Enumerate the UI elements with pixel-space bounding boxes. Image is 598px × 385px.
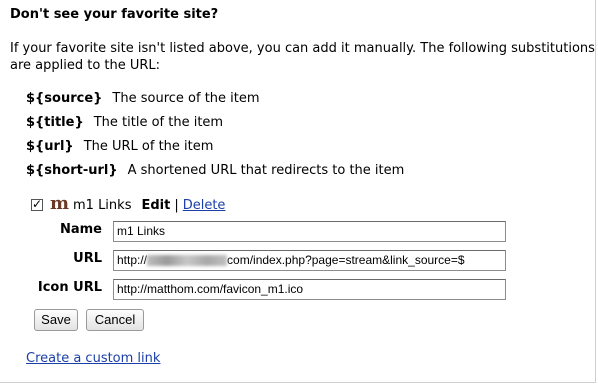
create-custom-link[interactable]: Create a custom link (26, 351, 160, 366)
url-suffix: com/index.php?page=stream&link_source=$ (227, 253, 465, 267)
cancel-button[interactable]: Cancel (86, 309, 144, 331)
substitution-key: ${url} (26, 139, 74, 154)
favicon-glyph: m (50, 193, 70, 214)
name-label: Name (59, 222, 102, 237)
site-name: m1 Links (73, 197, 132, 213)
separator: | (174, 197, 179, 213)
delete-link[interactable]: Delete (183, 198, 226, 213)
substitution-key: ${title} (26, 115, 84, 130)
icon-url-label: Icon URL (37, 280, 102, 295)
save-button[interactable]: Save (34, 309, 78, 331)
substitution-desc: The source of the item (112, 91, 260, 106)
substitution-item: ${source} The source of the item (26, 91, 404, 115)
substitution-item: ${short-url} A shortened URL that redirec… (26, 163, 404, 187)
substitution-key: ${source} (26, 91, 103, 106)
intro-text: If your favorite site isn't listed above… (10, 41, 595, 73)
site-item-header: ✓ m m1 Links Edit | Delete (31, 193, 226, 214)
icon-url-input[interactable]: http://matthom.com/favicon_m1.ico (113, 279, 506, 300)
site-favicon-icon: m (50, 193, 70, 214)
check-icon: ✓ (32, 197, 43, 211)
substitution-key: ${short-url} (26, 163, 118, 178)
substitution-desc: A shortened URL that redirects to the it… (127, 163, 405, 178)
add-site-panel: Don't see your favorite site? If your fa… (0, 0, 596, 383)
name-input[interactable]: m1 Links (113, 221, 506, 242)
substitution-desc: The title of the item (93, 115, 224, 130)
enable-checkbox[interactable]: ✓ (31, 197, 43, 211)
substitution-desc: The URL of the item (83, 139, 214, 154)
substitution-item: ${url} The URL of the item (26, 139, 404, 163)
redacted-domain (147, 255, 228, 267)
section-heading: Don't see your favorite site? (10, 7, 219, 22)
substitution-list: ${source} The source of the item ${title}… (26, 91, 404, 187)
url-label: URL (73, 251, 102, 266)
url-input[interactable]: http:// com/index.php?page=stream&link_so… (113, 250, 506, 271)
url-prefix: http:// (117, 253, 148, 267)
edit-label: Edit (141, 197, 171, 213)
substitution-item: ${title} The title of the item (26, 115, 404, 139)
